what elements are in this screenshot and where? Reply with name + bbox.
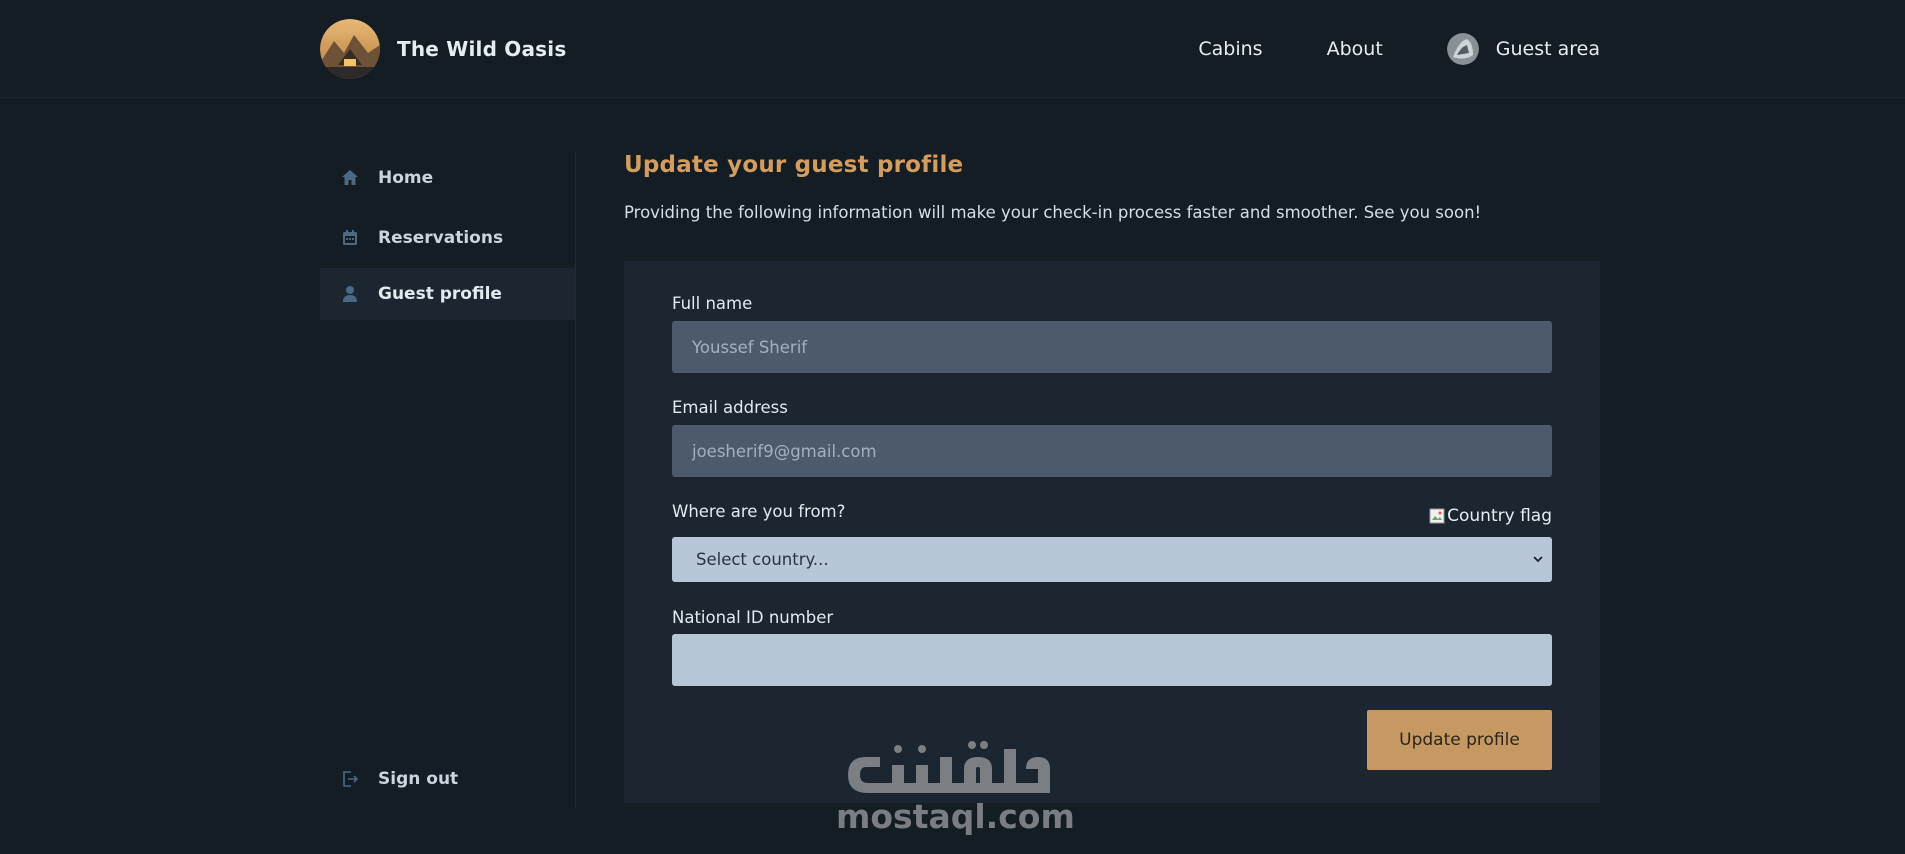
email-label: Email address	[672, 398, 788, 417]
sidebar-item-label: Home	[378, 168, 434, 188]
country-flag-image: Country flag	[1429, 504, 1552, 528]
national-id-field[interactable]	[672, 634, 1552, 686]
user-icon	[343, 286, 357, 302]
country-label: Where are you from?	[672, 502, 846, 521]
full-name-label: Full name	[672, 294, 753, 313]
chevron-down-icon	[1533, 556, 1543, 563]
brand-name: The Wild Oasis	[397, 37, 567, 61]
home-icon	[342, 170, 358, 185]
national-id-label: National ID number	[672, 608, 834, 627]
page-title: Update your guest profile	[624, 152, 964, 178]
sign-out-button[interactable]: Sign out	[320, 753, 575, 805]
sign-out-label: Sign out	[378, 769, 459, 789]
country-select[interactable]: Select country...	[672, 537, 1552, 582]
sidebar-item-label: Reservations	[378, 228, 504, 248]
sidebar: Home Reservations Guest profile Sign out	[320, 152, 576, 808]
country-flag-alt-text: Country flag	[1447, 506, 1552, 526]
sidebar-item-guest-profile[interactable]: Guest profile	[320, 268, 575, 320]
avatar	[1446, 33, 1479, 65]
broken-image-icon	[1429, 508, 1445, 524]
brand-logo	[320, 19, 380, 79]
top-header: The Wild Oasis Cabins About Guest area	[0, 0, 1905, 98]
sidebar-item-reservations[interactable]: Reservations	[320, 212, 575, 264]
sign-out-icon	[343, 771, 359, 787]
page-subtitle: Providing the following information will…	[624, 203, 1482, 222]
profile-form: Full name Email address Where are you fr…	[624, 261, 1600, 803]
update-profile-button[interactable]: Update profile	[1367, 710, 1552, 770]
calendar-icon	[343, 230, 357, 245]
brand-link[interactable]: The Wild Oasis	[320, 19, 566, 79]
nav-cabins-link[interactable]: Cabins	[1198, 38, 1262, 60]
nav-about-link[interactable]: About	[1327, 38, 1383, 60]
email-field[interactable]	[672, 425, 1552, 477]
nav-guest-area-label: Guest area	[1495, 38, 1600, 60]
sidebar-item-label: Guest profile	[378, 284, 502, 304]
main-nav: Cabins About Guest area	[1198, 0, 1600, 98]
country-select-value: Select country...	[696, 550, 829, 569]
full-name-field[interactable]	[672, 321, 1552, 373]
nav-guest-area-link[interactable]: Guest area	[1446, 33, 1600, 65]
sidebar-item-home[interactable]: Home	[320, 152, 575, 204]
